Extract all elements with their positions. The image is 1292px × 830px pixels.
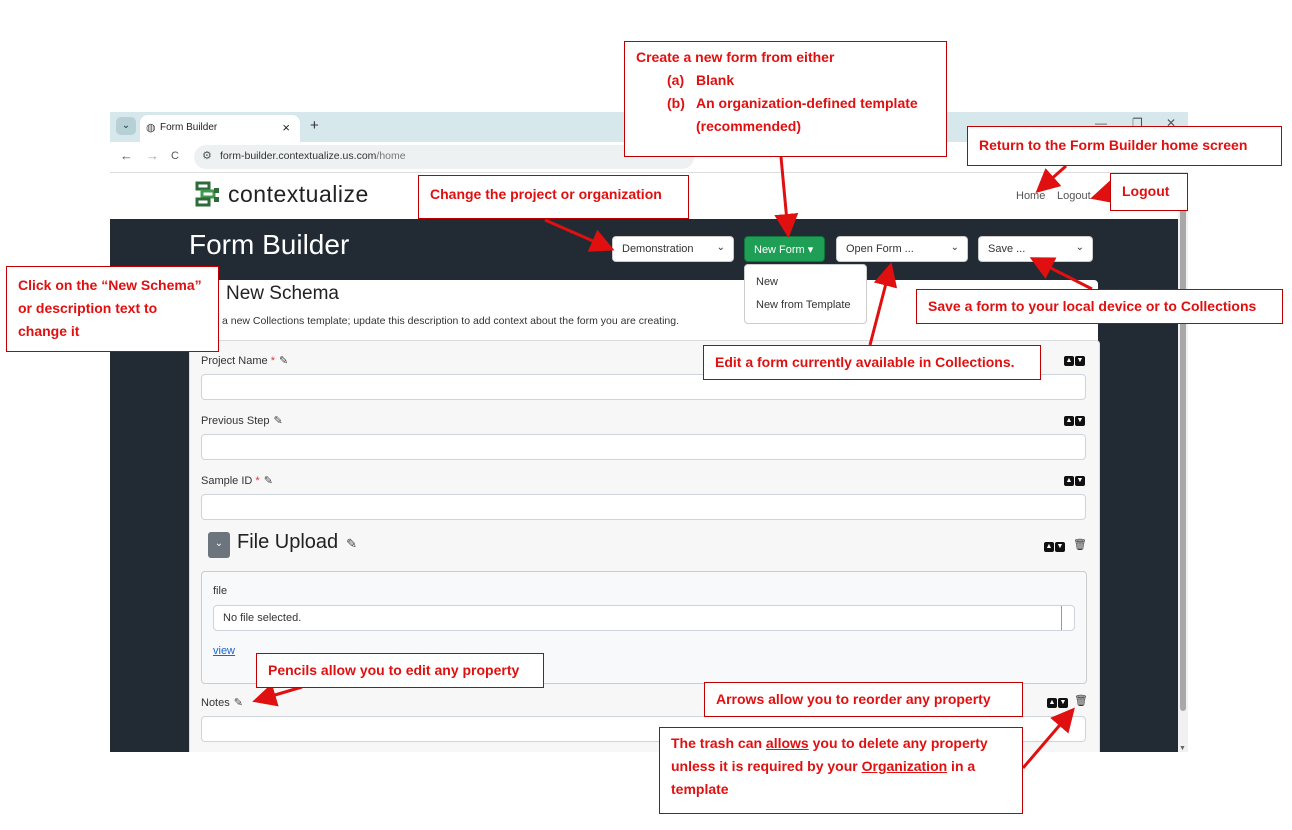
option-b-marker: (b)	[667, 95, 685, 111]
callout-create-option-a: (a) Blank	[636, 69, 935, 92]
callout-create-title: Create a new form from either	[636, 49, 835, 65]
callout-trash: The trash can allows you to delete any p…	[659, 727, 1023, 814]
option-a-text: Blank	[696, 72, 735, 88]
annotation-arrow-logout	[1090, 180, 1117, 204]
option-b-text: An organization-defined template	[696, 95, 918, 111]
callout-click-schema: Click on the “New Schema” or description…	[6, 266, 219, 352]
callout-return-home: Return to the Form Builder home screen	[967, 126, 1282, 166]
callout-logout: Logout	[1110, 173, 1188, 211]
callout-create-option-b: (b) An organization-defined template	[636, 92, 935, 115]
callout-edit-form: Edit a form currently available in Colle…	[703, 345, 1041, 380]
annotation-arrow-open-form	[868, 262, 898, 346]
callout-arrows: Arrows allow you to reorder any property	[704, 682, 1023, 717]
option-a-marker: (a)	[667, 72, 685, 88]
annotation-arrow-home	[1035, 164, 1067, 193]
callout-pencils: Pencils allow you to edit any property	[256, 653, 544, 688]
callout-create-form: Create a new form from either (a) Blank (…	[624, 41, 947, 157]
trash-text-allows: allows	[765, 735, 809, 751]
callout-save-form: Save a form to your local device or to C…	[916, 289, 1283, 324]
annotation-arrow-project	[544, 218, 615, 252]
trash-text-1: The trash can	[671, 735, 766, 751]
annotation-arrow-save	[1029, 257, 1093, 291]
annotation-arrow-trash	[1021, 707, 1075, 769]
trash-text-organization: Organization	[861, 758, 948, 774]
callout-change-project: Change the project or organization	[418, 175, 689, 219]
annotation-arrow-pencil	[252, 683, 303, 707]
annotation-arrow-new-form	[774, 156, 799, 238]
callout-create-option-b-note: (recommended)	[696, 118, 802, 134]
